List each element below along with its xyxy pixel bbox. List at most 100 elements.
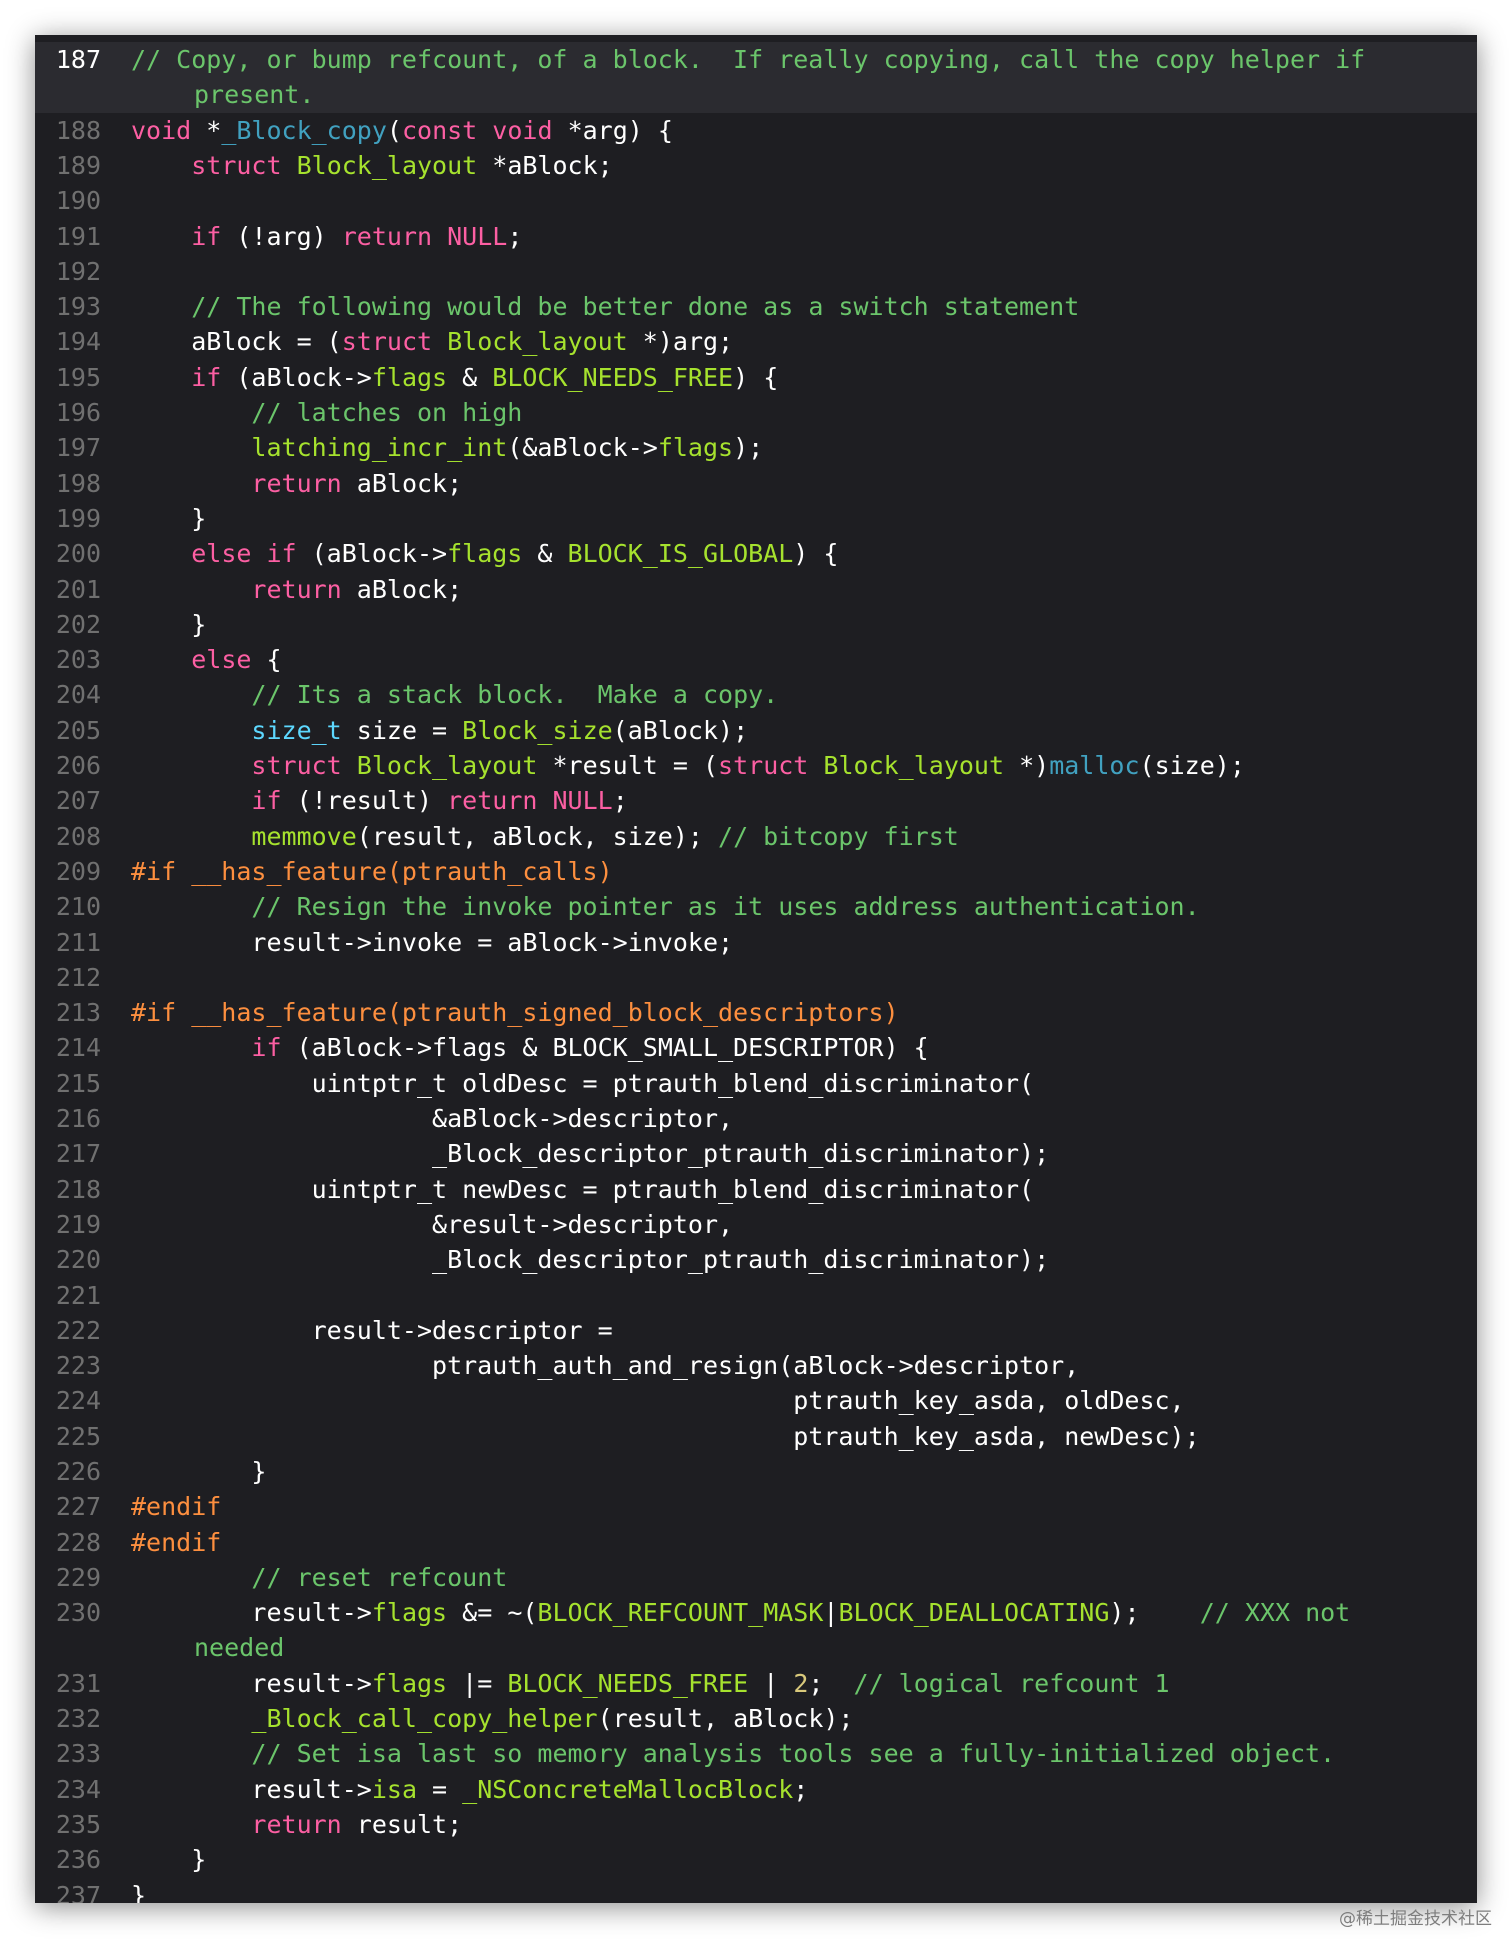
code-line[interactable]: 192: [35, 254, 1477, 289]
code-line[interactable]: 221: [35, 1278, 1477, 1313]
line-number: 224: [55, 1386, 101, 1416]
code-token: ;: [808, 1668, 854, 1698]
line-number: 188: [55, 115, 101, 145]
code-line[interactable]: 194 aBlock = (struct Block_layout *)arg;: [35, 324, 1477, 359]
code-line[interactable]: 237}: [35, 1878, 1477, 1903]
code-line[interactable]: 207 if (!result) return NULL;: [35, 783, 1477, 818]
code-text: struct Block_layout *result = (struct Bl…: [131, 748, 1405, 783]
code-line[interactable]: 224 ptrauth_key_asda, oldDesc,: [35, 1383, 1477, 1418]
code-line[interactable]: 220 _Block_descriptor_ptrauth_discrimina…: [35, 1242, 1477, 1277]
code-line[interactable]: 187 // Copy, or bump refcount, of a block…: [35, 42, 1477, 113]
code-line[interactable]: 205 size_t size = Block_size(aBlock);: [35, 713, 1477, 748]
code-token: flags: [371, 1598, 448, 1628]
code-line[interactable]: 231 result->flags |= BLOCK_NEEDS_FREE | …: [35, 1666, 1477, 1701]
code-line[interactable]: 196 // latches on high: [35, 395, 1477, 430]
code-text: }: [131, 607, 1405, 642]
code-line[interactable]: 200 else if (aBlock->flags & BLOCK_IS_GL…: [35, 536, 1477, 571]
line-number: 221: [55, 1280, 101, 1310]
code-token: (size);: [1139, 751, 1245, 780]
code-line[interactable]: 212: [35, 960, 1477, 995]
code-token: }: [131, 503, 207, 533]
code-line[interactable]: 226 }: [35, 1454, 1477, 1489]
line-number: 196: [55, 398, 101, 427]
code-line[interactable]: 206 struct Block_layout *result = (struc…: [35, 748, 1477, 783]
code-token: result->invoke = aBlock->invoke;: [131, 927, 734, 957]
code-token: ) {: [793, 539, 839, 569]
line-number: 198: [55, 468, 101, 498]
code-line[interactable]: 203 else {: [35, 642, 1477, 677]
code-line[interactable]: 223 ptrauth_auth_and_resign(aBlock->desc…: [35, 1348, 1477, 1383]
code-line[interactable]: 216 &aBlock->descriptor,: [35, 1101, 1477, 1136]
code-line[interactable]: 217 _Block_descriptor_ptrauth_discrimina…: [35, 1136, 1477, 1171]
code-line[interactable]: 232 _Block_call_copy_helper(result, aBlo…: [35, 1701, 1477, 1736]
code-line[interactable]: 228 #endif: [35, 1525, 1477, 1560]
code-text: }: [131, 1842, 1405, 1877]
code-line[interactable]: 213 #if __has_feature(ptrauth_signed_bloc…: [35, 995, 1477, 1030]
code-line[interactable]: 198 return aBlock;: [35, 466, 1477, 501]
code-text: &result->descriptor,: [131, 1207, 1405, 1242]
code-token: if: [251, 786, 282, 816]
line-number: 212: [55, 962, 101, 992]
code-token: latching_incr_int: [251, 433, 508, 463]
line-number: 229: [55, 1562, 101, 1592]
code-line[interactable]: 215 uintptr_t oldDesc = ptrauth_blend_di…: [35, 1066, 1477, 1101]
code-token: void: [492, 115, 553, 145]
code-editor[interactable]: 187 // Copy, or bump refcount, of a block…: [35, 35, 1477, 1903]
code-token: =: [417, 1774, 463, 1804]
code-line[interactable]: 210 // Resign the invoke pointer as it u…: [35, 889, 1477, 924]
code-line[interactable]: 204 // Its a stack block. Make a copy.: [35, 677, 1477, 712]
line-number: 214: [55, 1033, 101, 1063]
code-token: // Its a stack block. Make a copy.: [251, 680, 779, 710]
code-line[interactable]: 227 #endif: [35, 1489, 1477, 1524]
code-line[interactable]: 230 result->flags &= ~(BLOCK_REFCOUNT_MA…: [35, 1595, 1477, 1666]
code-line[interactable]: 189 struct Block_layout *aBlock;: [35, 148, 1477, 183]
code-token: *: [191, 115, 222, 145]
code-text: struct Block_layout *aBlock;: [131, 148, 1405, 183]
code-line[interactable]: 234 result->isa = _NSConcreteMallocBlock…: [35, 1772, 1477, 1807]
code-token: _Block_descriptor_ptrauth_discriminator)…: [131, 1245, 1050, 1275]
code-line[interactable]: 236 }: [35, 1842, 1477, 1877]
line-number: 204: [55, 680, 101, 710]
code-line[interactable]: 208 memmove(result, aBlock, size); // bi…: [35, 819, 1477, 854]
code-line[interactable]: 229 // reset refcount: [35, 1560, 1477, 1595]
code-line[interactable]: 219 &result->descriptor,: [35, 1207, 1477, 1242]
code-text: memmove(result, aBlock, size); // bitcop…: [131, 819, 1405, 854]
code-text: #endif: [131, 1489, 1405, 1524]
code-line[interactable]: 214 if (aBlock->flags & BLOCK_SMALL_DESC…: [35, 1030, 1477, 1065]
code-token: #if __has_feature(ptrauth_signed_block_d…: [131, 998, 899, 1028]
code-line[interactable]: 195 if (aBlock->flags & BLOCK_NEEDS_FREE…: [35, 360, 1477, 395]
code-token: |: [823, 1598, 839, 1628]
line-number: 231: [55, 1668, 101, 1698]
code-text: else {: [131, 642, 1405, 677]
code-line[interactable]: 235 return result;: [35, 1807, 1477, 1842]
code-token: // Copy, or bump refcount, of a block. I…: [131, 45, 1381, 109]
line-number: 210: [55, 892, 101, 922]
code-line[interactable]: 193 // The following would be better don…: [35, 289, 1477, 324]
code-line[interactable]: 225 ptrauth_key_asda, newDesc);: [35, 1419, 1477, 1454]
code-line[interactable]: 191 if (!arg) return NULL;: [35, 219, 1477, 254]
code-token: result->: [131, 1774, 372, 1804]
code-token: // bitcopy first: [718, 821, 959, 851]
code-line[interactable]: 188 void *_Block_copy(const void *arg) {: [35, 113, 1477, 148]
code-line[interactable]: 202 }: [35, 607, 1477, 642]
code-line[interactable]: 222 result->descriptor =: [35, 1313, 1477, 1348]
code-token: *aBlock;: [477, 150, 613, 180]
code-token: }: [131, 1845, 207, 1875]
code-line[interactable]: 211 result->invoke = aBlock->invoke;: [35, 925, 1477, 960]
code-line[interactable]: 190: [35, 183, 1477, 218]
code-line[interactable]: 209 #if __has_feature(ptrauth_calls): [35, 854, 1477, 889]
code-token: Block_layout: [447, 327, 628, 357]
code-line[interactable]: 201 return aBlock;: [35, 572, 1477, 607]
code-line[interactable]: 199 }: [35, 501, 1477, 536]
code-line[interactable]: 233 // Set isa last so memory analysis t…: [35, 1736, 1477, 1771]
code-line[interactable]: 218 uintptr_t newDesc = ptrauth_blend_di…: [35, 1172, 1477, 1207]
code-line[interactable]: 197 latching_incr_int(&aBlock->flags);: [35, 430, 1477, 465]
code-text: }: [131, 501, 1405, 536]
